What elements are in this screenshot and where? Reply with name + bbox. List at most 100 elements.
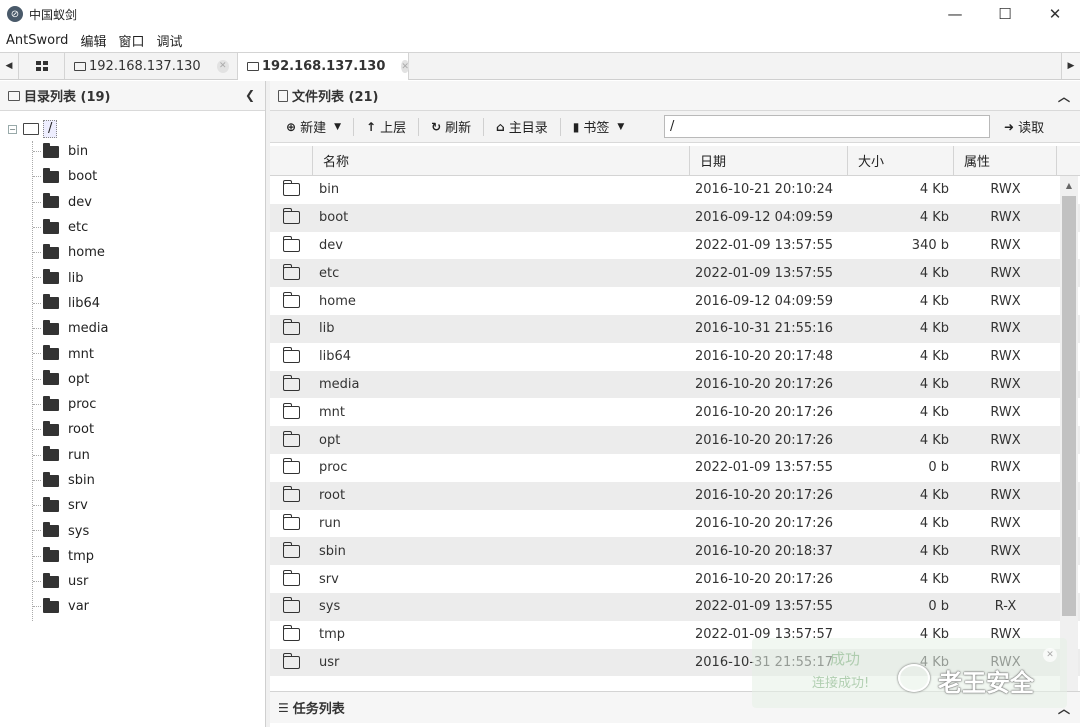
tree-item[interactable]: srv [0,493,265,518]
tab-close-icon[interactable]: ✕ [401,60,409,73]
tree-item-label: usr [68,574,89,590]
table-row[interactable]: boot 2016-09-12 04:09:59 4 Kb RWX [270,203,1080,232]
header-size[interactable]: 大小 [848,146,954,175]
table-row[interactable]: tmp 2022-01-09 13:57:57 4 Kb RWX [270,621,1080,649]
tree-item[interactable]: lib64 [0,291,265,316]
folder-icon [43,142,59,158]
table-row[interactable]: sys 2022-01-09 13:57:55 0 b R-X [270,592,1080,621]
folder-icon [8,90,20,101]
tree-item[interactable]: var [0,594,265,619]
file-size-cell: 4 Kb [919,265,949,281]
tree-item[interactable]: tmp [0,544,265,569]
folder-icon [43,395,59,411]
path-input[interactable] [664,115,990,138]
table-row[interactable]: lib 2016-10-31 21:55:16 4 Kb RWX [270,314,1080,343]
tree-root[interactable]: − / [0,119,265,139]
expand-up-icon[interactable]: ︿ [1058,700,1070,717]
tree-item-label: proc [68,397,97,413]
table-row[interactable]: run 2016-10-20 20:17:26 4 Kb RWX [270,510,1080,538]
tree-item[interactable]: etc [0,215,265,240]
header-date[interactable]: 日期 [690,146,848,175]
new-button[interactable]: ⊕ 新建 ▼ [280,115,347,139]
table-row[interactable]: home 2016-09-12 04:09:59 4 Kb RWX [270,287,1080,315]
tree-item[interactable]: usr [0,569,265,594]
grid-scrollbar[interactable]: ▲ [1060,176,1078,691]
header-name[interactable]: 名称 [313,146,690,175]
tree-item[interactable]: run [0,443,265,468]
collapse-up-icon[interactable]: ︿ [1058,88,1070,105]
read-button[interactable]: ➜ 读取 [998,115,1050,138]
table-row[interactable]: root 2016-10-20 20:17:26 4 Kb RWX [270,481,1080,510]
tree-item[interactable]: home [0,240,265,265]
up-button[interactable]: ↑ 上层 [360,115,412,139]
bookmark-icon: ▮ [572,119,580,134]
menu-edit[interactable]: 编辑 [80,31,106,50]
file-size-cell: 4 Kb [919,182,949,198]
tab-close-icon[interactable]: ✕ [216,59,229,73]
tab-scroll-left-icon[interactable]: ◀ [0,53,19,79]
tree-item[interactable]: boot [0,164,265,189]
maximize-button[interactable]: ☐ [980,0,1030,28]
table-row[interactable]: usr 2016-10-31 21:55:17 4 Kb RWX [270,648,1080,677]
menu-antsword[interactable]: AntSword [6,33,68,48]
collapse-left-icon[interactable]: ❮ [245,88,255,102]
file-attr-cell: RWX [990,404,1021,420]
window-title: 中国蚁剑 [29,7,78,22]
file-attr-cell: RWX [990,543,1021,559]
collapse-tree-icon[interactable]: − [8,124,17,134]
file-size-cell: 0 b [928,599,949,615]
table-row[interactable]: lib64 2016-10-20 20:17:48 4 Kb RWX [270,343,1080,371]
menu-debug[interactable]: 调试 [156,31,182,50]
file-date-cell: 2016-09-12 04:09:59 [695,210,834,226]
task-panel-header[interactable]: ☰ 任务列表 ︿ [270,691,1080,723]
task-panel-title: 任务列表 [292,702,345,717]
file-date-cell: 2016-10-20 20:17:26 [695,571,834,587]
toolbar-divider [353,117,354,136]
file-attr-cell: RWX [990,627,1021,643]
table-row[interactable]: etc 2022-01-09 13:57:55 4 Kb RWX [270,259,1080,288]
table-row[interactable]: opt 2016-10-20 20:17:26 4 Kb RWX [270,426,1080,454]
file-size-cell: 4 Kb [919,654,949,670]
tree-item-label: home [68,245,105,261]
tree-item[interactable]: opt [0,367,265,392]
scroll-up-icon[interactable]: ▲ [1060,176,1078,194]
tab-shell-2[interactable]: 192.168.137.130 ✕ [238,53,409,80]
bookmark-button[interactable]: ▮ 书签 ▼ [567,115,631,139]
table-row[interactable]: media 2016-10-20 20:17:26 4 Kb RWX [270,370,1080,399]
tree-item[interactable]: lib [0,265,265,290]
table-row[interactable]: proc 2022-01-09 13:57:55 0 b RWX [270,454,1080,482]
tree-item[interactable]: sbin [0,468,265,493]
table-row[interactable]: srv 2016-10-20 20:17:26 4 Kb RWX [270,565,1080,593]
close-button[interactable]: ✕ [1030,0,1080,28]
tab-scroll-right-icon[interactable]: ▶ [1061,53,1080,79]
file-size-cell: 4 Kb [919,349,949,365]
file-name-cell: sys [319,599,341,615]
table-row[interactable]: sbin 2016-10-20 20:18:37 4 Kb RWX [270,537,1080,566]
list-icon: ☰ [278,700,289,715]
tree-item[interactable]: bin [0,139,265,164]
home-dir-button[interactable]: ⌂ 主目录 [490,115,554,139]
table-row[interactable]: dev 2022-01-09 13:57:55 340 b RWX [270,232,1080,260]
tree-item[interactable]: dev [0,190,265,215]
scroll-thumb[interactable] [1062,196,1076,616]
menu-window[interactable]: 窗口 [118,31,144,50]
tree-item-label: var [68,599,90,615]
table-row[interactable]: mnt 2016-10-20 20:17:26 4 Kb RWX [270,398,1080,426]
tab-shell-1[interactable]: 192.168.137.130 ✕ [65,53,238,79]
refresh-button[interactable]: ↻ 刷新 [425,115,477,139]
tree-root-label[interactable]: / [43,120,58,138]
tab-home[interactable] [19,53,65,79]
tree-item[interactable]: sys [0,518,265,543]
tree-item[interactable]: root [0,417,265,442]
tree-item[interactable]: media [0,316,265,341]
grid-header: 名称 日期 大小 属性 [270,146,1080,176]
tree-item[interactable]: mnt [0,341,265,366]
file-date-cell: 2016-10-31 21:55:17 [695,654,834,670]
header-attr[interactable]: 属性 [954,146,1057,175]
file-name-cell: run [319,515,341,531]
file-date-cell: 2016-10-31 21:55:16 [695,321,834,337]
file-attr-cell: R-X [994,599,1017,615]
tree-item[interactable]: proc [0,392,265,417]
table-row[interactable]: bin 2016-10-21 20:10:24 4 Kb RWX [270,176,1080,204]
minimize-button[interactable]: — [930,0,980,28]
